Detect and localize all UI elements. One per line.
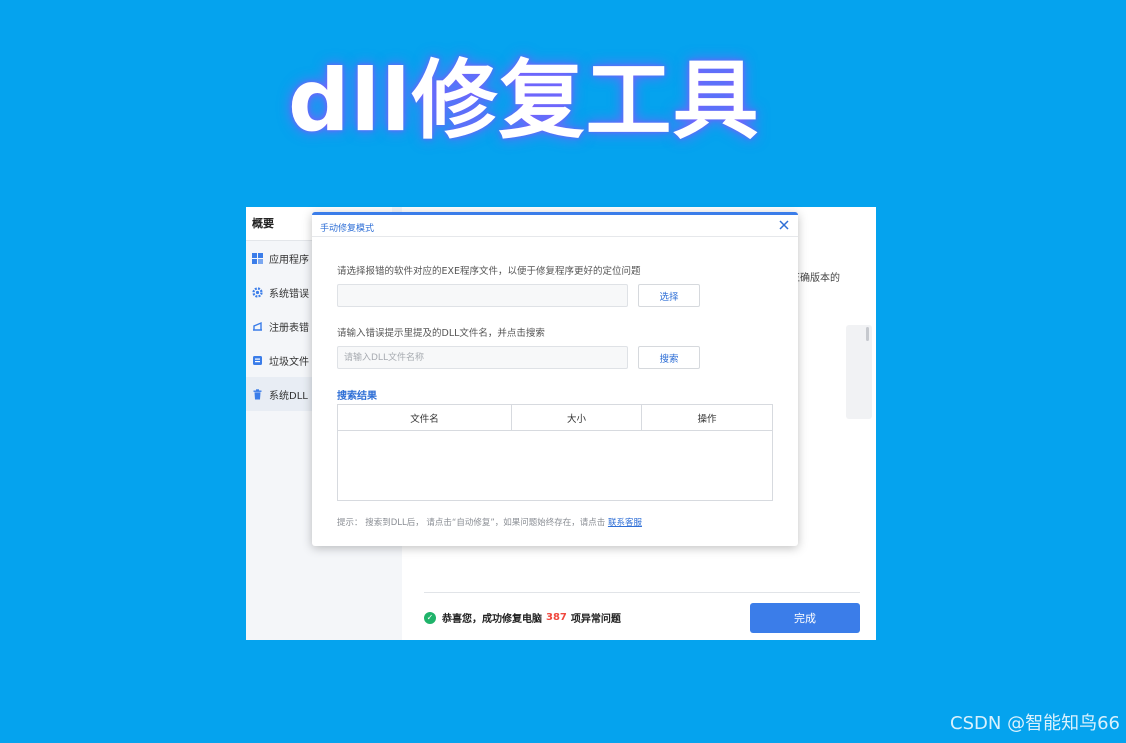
dll-name-input[interactable]: [337, 346, 628, 369]
registry-icon: [252, 321, 263, 332]
exe-file-input[interactable]: [337, 284, 628, 307]
sidebar-item-label: 应用程序: [269, 254, 309, 266]
exe-prompt: 请选择报错的软件对应的EXE程序文件，以便于修复程序更好的定位问题: [337, 266, 641, 277]
sidebar-item-label: 注册表错: [269, 322, 309, 334]
hint-message: 提示： 搜索到DLL后， 请点击“自动修复”，如果问题始终存在，请点击: [337, 518, 606, 528]
sidebar-item-label: 系统DLL: [269, 390, 308, 402]
sidebar-item-label: 系统错误: [269, 288, 309, 300]
dll-prompt: 请输入错误提示里提及的DLL文件名，并点击搜索: [337, 328, 545, 339]
sidebar-item-label: 垃圾文件: [269, 356, 309, 368]
repair-status: ✓ 恭喜您，成功修复电脑 387 项异常问题: [424, 610, 621, 625]
main-scrollbar[interactable]: [866, 327, 869, 341]
gear-icon: [252, 286, 263, 298]
footer-divider: [424, 592, 860, 593]
trash-icon: [252, 388, 263, 400]
column-header-filename: 文件名: [338, 405, 512, 430]
close-icon[interactable]: [776, 217, 792, 233]
dialog-title: 手动修复模式: [320, 224, 375, 234]
results-title: 搜索结果: [337, 391, 377, 402]
search-button[interactable]: 搜索: [638, 346, 700, 369]
select-button[interactable]: 选择: [638, 284, 700, 307]
watermark: CSDN @智能知鸟66: [950, 713, 1120, 734]
contact-support-link[interactable]: 联系客服: [608, 518, 642, 528]
done-button[interactable]: 完成: [750, 603, 860, 633]
banner-title: dll修复工具: [288, 51, 760, 151]
results-table: 文件名 大小 操作: [337, 404, 773, 501]
file-box-icon: [252, 355, 263, 366]
column-header-action: 操作: [697, 413, 717, 425]
issue-count: 387: [546, 612, 567, 623]
status-prefix: 恭喜您，成功修复电脑: [442, 614, 542, 625]
hint-text: 提示： 搜索到DLL后， 请点击“自动修复”，如果问题始终存在，请点击 联系客服: [337, 516, 642, 528]
column-header-size: 大小: [512, 405, 642, 430]
status-suffix: 项异常问题: [570, 614, 621, 625]
check-circle-icon: ✓: [424, 611, 436, 624]
grid-icon: [252, 252, 263, 264]
dialog-titlebar: 手动修复模式: [312, 215, 798, 237]
results-header-row: 文件名 大小 操作: [338, 405, 772, 431]
manual-repair-dialog: 手动修复模式 请选择报错的软件对应的EXE程序文件，以便于修复程序更好的定位问题…: [312, 212, 798, 546]
